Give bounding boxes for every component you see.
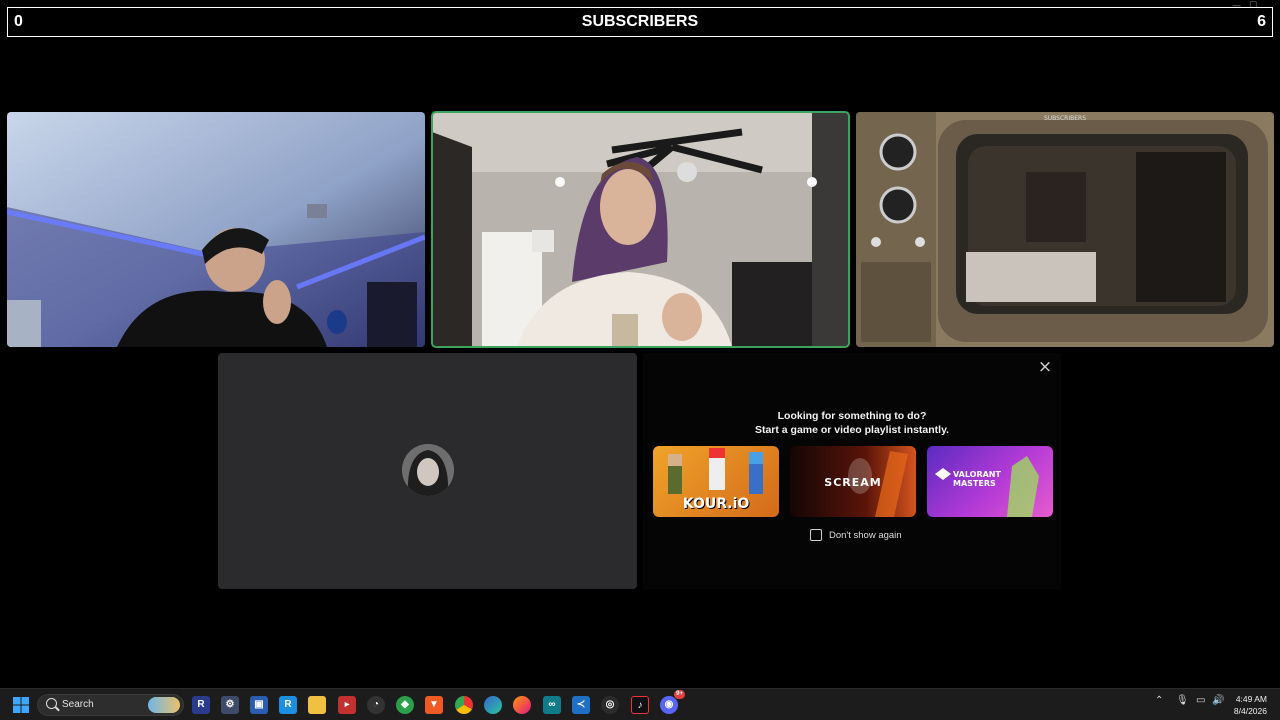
activity-card-kour-io[interactable]: KOUR.iO — [653, 446, 779, 517]
edge-icon[interactable] — [484, 696, 502, 714]
close-icon[interactable]: × — [1036, 358, 1054, 376]
windows-start-icon[interactable] — [12, 696, 30, 714]
tray-overflow-icon[interactable]: ⌃ — [1155, 695, 1163, 706]
microphone-icon[interactable]: 🎙 — [1176, 695, 1189, 706]
chrome-icon[interactable] — [455, 696, 473, 714]
taskbar: Search R ⚙ ▣ R ▶ ◔ ◆ ▼ ∞ ≺ ◎ ♪ ◉ 9+ ⌃ 🎙 … — [0, 688, 1280, 720]
activity-heading: Looking for something to do? Start a gam… — [643, 409, 1061, 437]
activity-card-title: VALORANT MASTERS — [953, 470, 1001, 488]
discord-badge: 9+ — [674, 690, 685, 699]
firefox-icon[interactable] — [513, 696, 531, 714]
dont-show-again-checkbox[interactable]: Don't show again — [810, 529, 902, 541]
video-editor-icon[interactable]: ▶ — [338, 696, 356, 714]
file-explorer-icon[interactable] — [308, 696, 326, 714]
pc-app-icon[interactable]: ▣ — [250, 696, 268, 714]
subscriber-right-count: 6 — [1257, 13, 1266, 30]
activity-card-title: KOUR.iO — [682, 496, 750, 512]
participant-2-video — [432, 112, 849, 347]
participant-1-video — [7, 112, 425, 347]
discord-icon[interactable]: ◉ 9+ — [660, 690, 685, 714]
map-app-icon[interactable]: ◆ — [396, 696, 414, 714]
subscriber-left-count: 0 — [14, 13, 23, 30]
tiktok-icon[interactable]: ♪ — [631, 696, 649, 714]
brave-browser-icon[interactable]: ▼ — [425, 696, 443, 714]
speedtest-icon[interactable]: ◔ — [367, 696, 385, 714]
search-placeholder: Search — [62, 699, 94, 710]
taskbar-clock[interactable]: 4:49 AM 8/4/2026 — [1234, 693, 1267, 717]
network-app-icon[interactable]: ⚙ — [221, 696, 239, 714]
taskbar-search-input[interactable]: Search — [37, 694, 184, 716]
video-tile-participant-2[interactable] — [431, 111, 850, 348]
subscriber-title: SUBSCRIBERS — [581, 13, 699, 30]
search-icon — [46, 698, 57, 709]
obs-icon[interactable]: ◎ — [601, 696, 619, 714]
app-r-icon[interactable]: R — [192, 696, 210, 714]
video-tile-participant-3[interactable]: SUBSCRIBERS — [856, 112, 1274, 347]
activity-heading-line2: Start a game or video playlist instantly… — [754, 424, 950, 436]
avatar — [402, 444, 454, 496]
arduino-icon[interactable]: ∞ — [543, 696, 561, 714]
activity-heading-line1: Looking for something to do? — [777, 410, 927, 422]
video-tile-participant-4[interactable] — [218, 353, 637, 589]
call-window: — ☐ 0 SUBSCRIBERS 6 SUBSCRIBERS × Lookin… — [0, 0, 1280, 720]
network-icon[interactable]: ▭ — [1196, 695, 1205, 706]
activity-card-valorant-masters[interactable]: VALORANT MASTERS — [927, 446, 1053, 517]
subscriber-counter-bar: 0 SUBSCRIBERS 6 — [7, 7, 1273, 37]
tv-label: SUBSCRIBERS — [1044, 115, 1086, 122]
checkbox-icon[interactable] — [810, 529, 822, 541]
activity-card-title: SCREAM — [824, 476, 882, 489]
activity-suggestion-panel: × Looking for something to do? Start a g… — [643, 353, 1061, 589]
vscode-icon[interactable]: ≺ — [572, 696, 590, 714]
activity-card-scream[interactable]: SCREAM — [790, 446, 916, 517]
video-tile-participant-1[interactable] — [7, 112, 425, 347]
clock-date: 8/4/2026 — [1233, 706, 1267, 716]
clock-time: 4:49 AM — [1235, 694, 1267, 704]
activity-cards: KOUR.iO SCREAM VALORANT MASTERS — [653, 446, 1053, 517]
remote-app-icon[interactable]: R — [279, 696, 297, 714]
dont-show-again-label: Don't show again — [829, 529, 902, 541]
participant-3-video: SUBSCRIBERS — [856, 112, 1274, 347]
search-highlight-icon — [148, 697, 180, 713]
volume-icon[interactable]: 🔊 — [1212, 695, 1224, 706]
